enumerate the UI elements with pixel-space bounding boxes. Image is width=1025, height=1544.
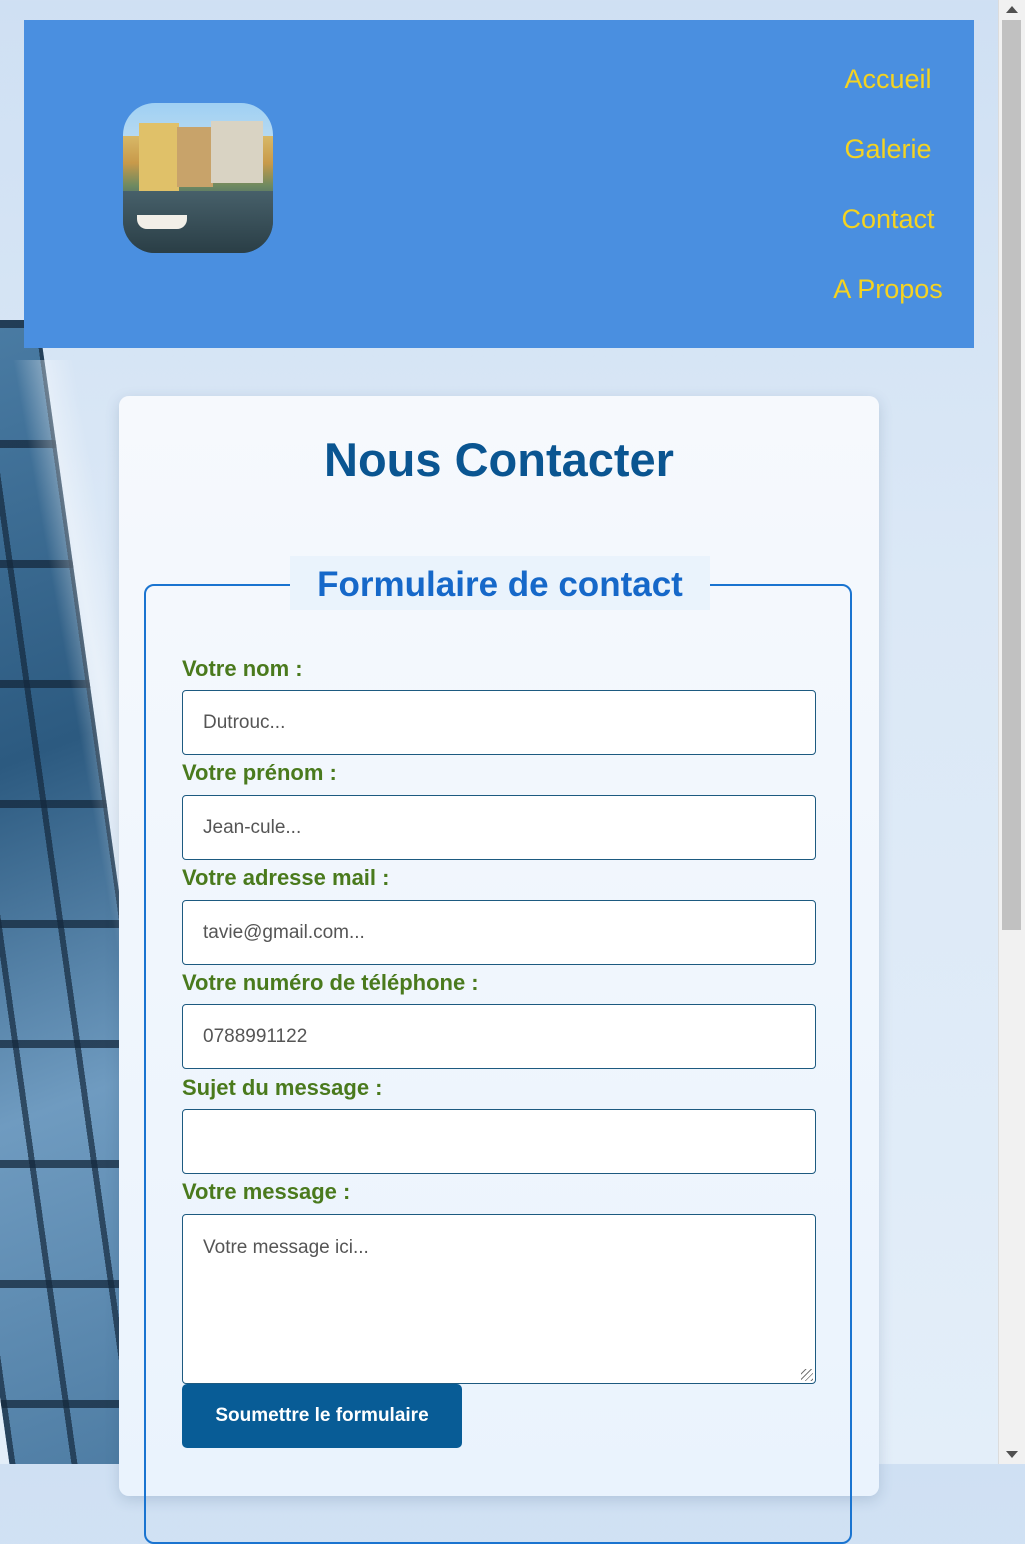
phone-label: Votre numéro de téléphone : [182, 970, 479, 995]
nav-link-accueil[interactable]: Accueil [826, 56, 950, 126]
logo-house [177, 127, 213, 187]
logo-boat [137, 215, 187, 229]
logo-house [139, 123, 179, 193]
site-header: Accueil Galerie Contact A Propos [24, 20, 974, 348]
message-label: Votre message : [182, 1179, 351, 1204]
nav-link-contact[interactable]: Contact [826, 196, 950, 266]
logo-image[interactable] [123, 103, 273, 253]
name-input[interactable]: Dutrouc... [182, 690, 816, 755]
scrollbar-thumb[interactable] [1002, 20, 1021, 930]
submit-button[interactable]: Soumettre le formulaire [182, 1384, 462, 1448]
phone-input[interactable]: 0788991122 [182, 1004, 816, 1069]
scroll-up-arrow-icon[interactable] [1006, 6, 1018, 13]
contact-form: Formulaire de contact Votre nom : Dutrou… [144, 556, 852, 1544]
vertical-scrollbar[interactable] [998, 0, 1025, 1464]
nav-link-galerie[interactable]: Galerie [826, 126, 950, 196]
page-title: Nous Contacter [324, 433, 674, 486]
form-legend: Formulaire de contact [290, 556, 710, 610]
email-label: Votre adresse mail : [182, 865, 390, 890]
name-label: Votre nom : [182, 656, 303, 681]
resize-handle-icon[interactable] [801, 1369, 813, 1381]
email-placeholder: tavie@gmail.com... [203, 921, 365, 943]
logo-house [211, 121, 263, 183]
firstname-input[interactable]: Jean-cule... [182, 795, 816, 860]
contact-card: Nous Contacter Formulaire de contact Vot… [119, 396, 879, 1544]
nav-link-a-propos[interactable]: A Propos [826, 266, 950, 336]
firstname-label: Votre prénom : [182, 760, 337, 785]
phone-placeholder: 0788991122 [203, 1025, 308, 1047]
message-textarea[interactable]: Votre message ici... [182, 1214, 816, 1384]
subject-input[interactable] [182, 1109, 816, 1174]
message-placeholder: Votre message ici... [203, 1237, 369, 1258]
main-nav: Accueil Galerie Contact A Propos [826, 56, 950, 336]
firstname-placeholder: Jean-cule... [203, 816, 302, 838]
scroll-down-arrow-icon[interactable] [1006, 1451, 1018, 1458]
subject-label: Sujet du message : [182, 1075, 383, 1100]
name-placeholder: Dutrouc... [203, 711, 286, 733]
email-input[interactable]: tavie@gmail.com... [182, 900, 816, 965]
